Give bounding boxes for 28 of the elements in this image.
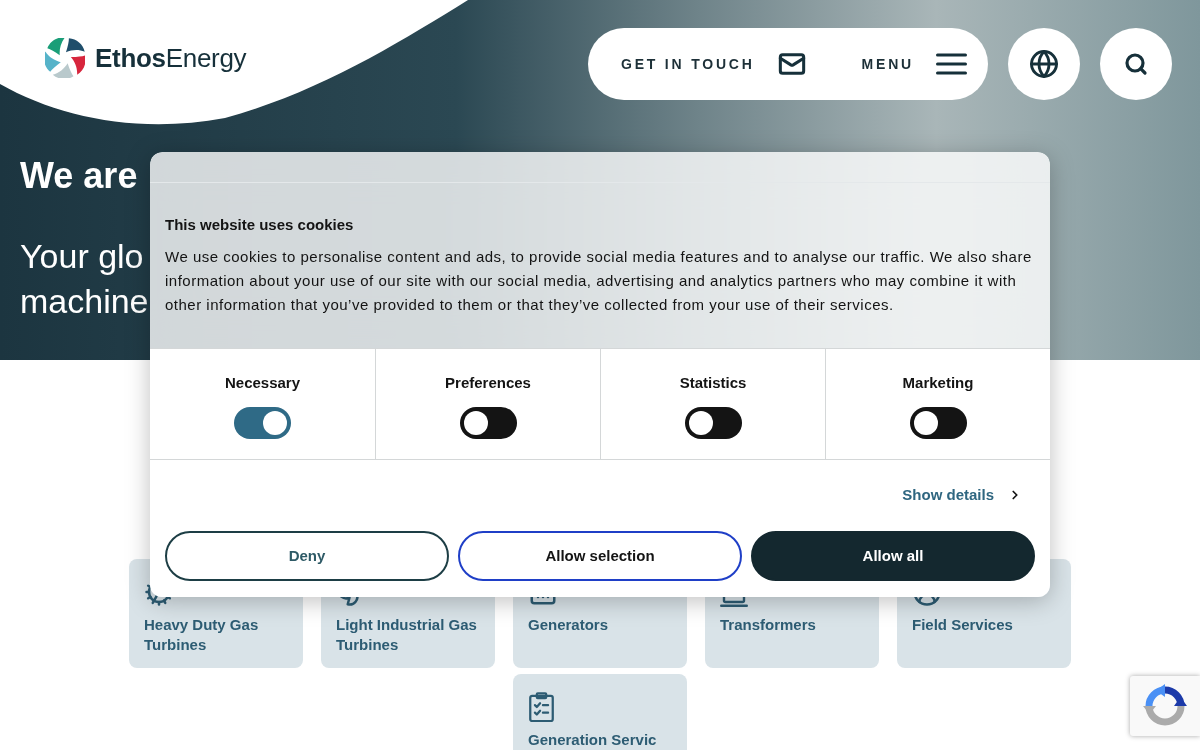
mail-icon bbox=[777, 50, 806, 78]
hero-subheading: machine bbox=[20, 281, 149, 322]
logo-wordmark: EthosEnergy bbox=[95, 43, 247, 73]
contact-button[interactable]: GET IN TOUCH bbox=[621, 50, 806, 78]
pinwheel-logo-icon bbox=[45, 38, 85, 78]
dialog-title: This website uses cookies bbox=[165, 216, 354, 234]
category-label: Preferences bbox=[445, 374, 531, 392]
hero-subheading: Your glo bbox=[20, 236, 144, 277]
consent-button[interactable]: Deny bbox=[165, 531, 449, 581]
menu-button[interactable]: MENU bbox=[861, 53, 967, 75]
toggle-switch[interactable] bbox=[234, 407, 291, 439]
refresh-arrows-icon bbox=[1143, 684, 1187, 728]
consent-button[interactable]: Allow selection bbox=[458, 531, 742, 581]
dialog-body-text: We use cookies to personalise content and ads, to provide social media features and to analyse our traffic. We also share information about your use of our site with our social media, advertising and analytics partners who may combine it with other information that you’ve provided to them or that they’ve collected from your use of their services. bbox=[165, 247, 1033, 315]
toggle-switch[interactable] bbox=[459, 407, 517, 439]
hero-heading: We are bbox=[20, 156, 138, 196]
service-card[interactable]: Generation Servic bbox=[513, 674, 687, 750]
search-icon bbox=[1124, 52, 1148, 76]
consent-button[interactable]: Allow all bbox=[751, 531, 1035, 581]
category-label: Necessary bbox=[224, 374, 301, 392]
toggle-switch[interactable] bbox=[684, 407, 742, 439]
category-label: Statistics bbox=[679, 374, 747, 392]
toggle-switch[interactable] bbox=[909, 407, 967, 439]
show-details-link[interactable]: Show details bbox=[902, 484, 1022, 506]
category-label: Marketing bbox=[902, 374, 974, 392]
globe-icon bbox=[1029, 49, 1059, 79]
menu-icon bbox=[936, 53, 967, 75]
clipboard-checklist-icon bbox=[528, 692, 555, 722]
